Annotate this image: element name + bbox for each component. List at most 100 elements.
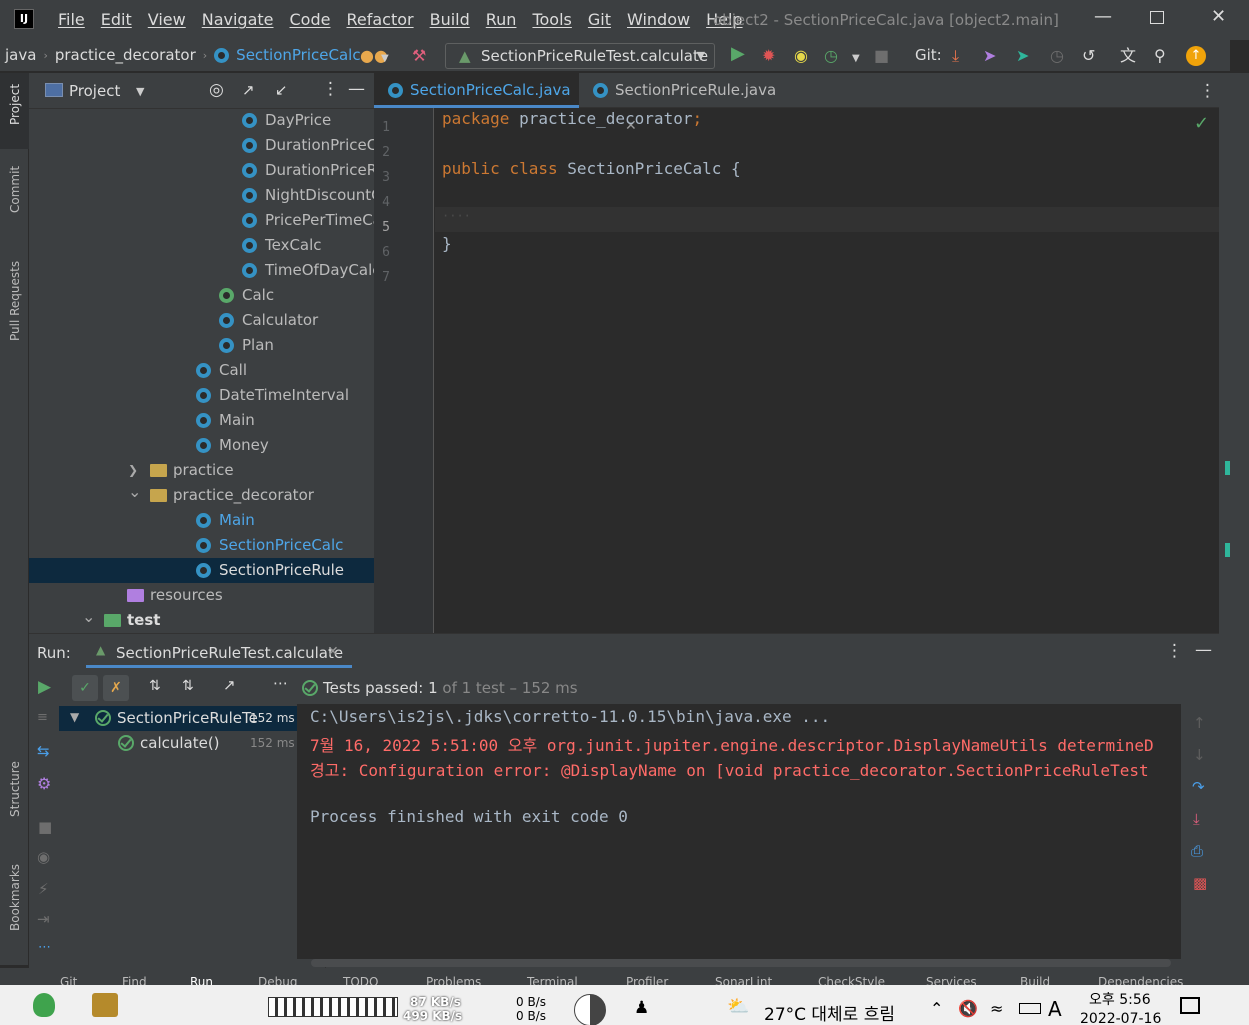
- volume-mute-icon[interactable]: 🔇: [958, 999, 978, 1018]
- tree-item[interactable]: Main: [29, 508, 374, 533]
- menu-file[interactable]: File: [58, 10, 85, 29]
- git-history-icon[interactable]: ◷: [1050, 48, 1064, 64]
- clock-date[interactable]: 2022-07-16: [1080, 1011, 1161, 1025]
- menu-run[interactable]: Run: [486, 10, 517, 29]
- clock-time[interactable]: 오후 5:56: [1089, 989, 1151, 1009]
- project-view-title[interactable]: Project: [69, 82, 120, 100]
- camera-icon[interactable]: ◉: [37, 848, 50, 866]
- pull-requests-tool-button[interactable]: Pull Requests: [8, 261, 22, 341]
- exit-icon[interactable]: ⇥: [37, 910, 50, 928]
- options-more-icon[interactable]: ⋮: [322, 79, 339, 99]
- tree-item[interactable]: TimeOfDayCalc: [29, 258, 374, 283]
- tool-dependencies[interactable]: Dependencies: [1098, 975, 1183, 985]
- tree-item[interactable]: PricePerTimeCalc: [29, 208, 374, 233]
- search-icon[interactable]: ⚲: [1154, 48, 1166, 64]
- tree-item[interactable]: Plan: [29, 333, 374, 358]
- menu-view[interactable]: View: [148, 10, 186, 29]
- tree-item[interactable]: NightDiscountCa: [29, 183, 374, 208]
- chevron-up-icon[interactable]: ⌃: [930, 999, 943, 1018]
- tool-services[interactable]: Services: [926, 975, 977, 985]
- plug-icon[interactable]: ⚡: [38, 880, 49, 898]
- debug-bug-icon[interactable]: ✹: [762, 48, 775, 64]
- chevron-down-icon[interactable]: ▼: [852, 51, 860, 67]
- rerun-icon[interactable]: ▶: [38, 677, 51, 697]
- weather-cloud-icon[interactable]: ⛅: [727, 996, 749, 1017]
- hide-panel-icon[interactable]: —: [1195, 640, 1212, 660]
- tool-debug[interactable]: Debug: [258, 975, 297, 985]
- test-row-calculate[interactable]: calculate() 152 ms: [59, 731, 326, 756]
- toggle-auto-test-icon[interactable]: ⇆: [37, 742, 50, 760]
- notification-icon[interactable]: [1180, 997, 1200, 1014]
- git-compare-icon[interactable]: ➤: [1016, 48, 1029, 64]
- expand-icon[interactable]: ↗: [223, 676, 236, 694]
- run-icon[interactable]: ▶: [731, 45, 745, 63]
- tree-item[interactable]: TexCalc: [29, 233, 374, 258]
- down-arrow-icon[interactable]: ↓: [1193, 746, 1206, 764]
- console-hscrollbar[interactable]: [311, 959, 1171, 967]
- people-icon[interactable]: ♟: [634, 998, 649, 1018]
- tree-item[interactable]: DayPrice: [29, 108, 374, 133]
- scroll-to-end-icon[interactable]: ⤓: [1193, 810, 1200, 828]
- tree-item[interactable]: SectionPriceCalc: [29, 533, 374, 558]
- tree-item[interactable]: ⌄ test: [29, 607, 374, 633]
- bookmarks-tool-button[interactable]: Bookmarks: [8, 864, 22, 931]
- tool-sonarlint[interactable]: SonarLint: [715, 975, 772, 985]
- tool-build[interactable]: Build: [1020, 975, 1050, 985]
- breadcrumb-practice-decorator[interactable]: practice_decorator: [55, 46, 196, 64]
- expand-all-icon[interactable]: ↗: [242, 81, 255, 99]
- tool-todo[interactable]: TODO: [343, 975, 378, 985]
- tool-find[interactable]: Find: [122, 975, 147, 985]
- sort-duration-icon[interactable]: ⇅: [182, 678, 194, 694]
- no-problems-check-icon[interactable]: ✓: [1194, 113, 1209, 134]
- settings-gear-icon[interactable]: ⚙: [37, 774, 51, 793]
- tree-item[interactable]: DurationPriceCal: [29, 133, 374, 158]
- tree-item[interactable]: ❯ practice: [29, 458, 374, 483]
- app-rocket-icon[interactable]: [33, 993, 55, 1017]
- tree-item[interactable]: Calculator: [29, 308, 374, 333]
- test-row-suite[interactable]: ▼ SectionPriceRuleTe 152 ms: [59, 706, 326, 731]
- console-output[interactable]: C:\Users\is2js\.jdks\corretto-11.0.15\bi…: [297, 704, 1181, 959]
- close-tab-icon[interactable]: ✕: [327, 644, 339, 660]
- tree-item[interactable]: Main: [29, 408, 374, 433]
- menu-code[interactable]: Code: [290, 10, 331, 29]
- menu-tools[interactable]: Tools: [532, 10, 571, 29]
- run-options-icon[interactable]: ⋮: [1166, 641, 1183, 661]
- coverage-icon[interactable]: ◉: [794, 48, 808, 64]
- sort-alpha-icon[interactable]: ⇅: [149, 678, 161, 694]
- soft-wrap-icon[interactable]: ↷: [1192, 778, 1205, 796]
- up-arrow-icon[interactable]: ↑: [1193, 714, 1206, 732]
- tree-item[interactable]: Calc: [29, 283, 374, 308]
- minimize-button[interactable]: —: [1094, 6, 1112, 27]
- chevron-down-icon[interactable]: ▼: [381, 51, 389, 67]
- print-icon[interactable]: ⎙: [1191, 842, 1203, 860]
- run-tab[interactable]: ▲ SectionPriceRuleTest.calculate ✕: [86, 634, 352, 668]
- run-configuration-select[interactable]: SectionPriceRuleTest.calculate ▲ ▼: [445, 43, 715, 69]
- update-arrow-icon[interactable]: ↑: [1186, 46, 1206, 66]
- build-hammer-icon[interactable]: ⚒: [412, 48, 426, 64]
- weather-text[interactable]: 27°C 대체로 흐림: [764, 1000, 895, 1025]
- breadcrumb-java[interactable]: java: [5, 46, 36, 64]
- app-notepad-icon[interactable]: [92, 993, 118, 1017]
- tree-item[interactable]: DurationPriceRul: [29, 158, 374, 183]
- menu-navigate[interactable]: Navigate: [202, 10, 274, 29]
- tree-item[interactable]: DateTimeInterval: [29, 383, 374, 408]
- chevron-down-icon[interactable]: ⌄: [82, 604, 95, 629]
- stop-icon[interactable]: ■: [38, 818, 52, 836]
- close-window-button[interactable]: ✕: [1211, 6, 1226, 27]
- menu-git[interactable]: Git: [588, 10, 611, 29]
- more-icon[interactable]: ⋯: [273, 674, 288, 692]
- git-push-icon[interactable]: ➤: [983, 48, 996, 64]
- locate-target-icon[interactable]: ◎: [209, 80, 224, 100]
- stop-icon[interactable]: ■: [874, 48, 889, 64]
- commit-tool-button[interactable]: Commit: [8, 166, 22, 213]
- menu-build[interactable]: Build: [430, 10, 470, 29]
- wifi-icon[interactable]: ≈: [990, 999, 1003, 1018]
- show-passed-icon[interactable]: ✓: [72, 675, 98, 701]
- tool-profiler[interactable]: Profiler: [626, 975, 668, 985]
- menu-window[interactable]: Window: [627, 10, 690, 29]
- chevron-down-icon[interactable]: ⌄: [128, 479, 141, 504]
- tree-item[interactable]: Money: [29, 433, 374, 458]
- tool-run[interactable]: Run: [190, 975, 213, 985]
- show-ignored-icon[interactable]: ✗: [103, 675, 129, 701]
- breadcrumb-sectionpricecalc[interactable]: SectionPriceCalc: [236, 46, 360, 64]
